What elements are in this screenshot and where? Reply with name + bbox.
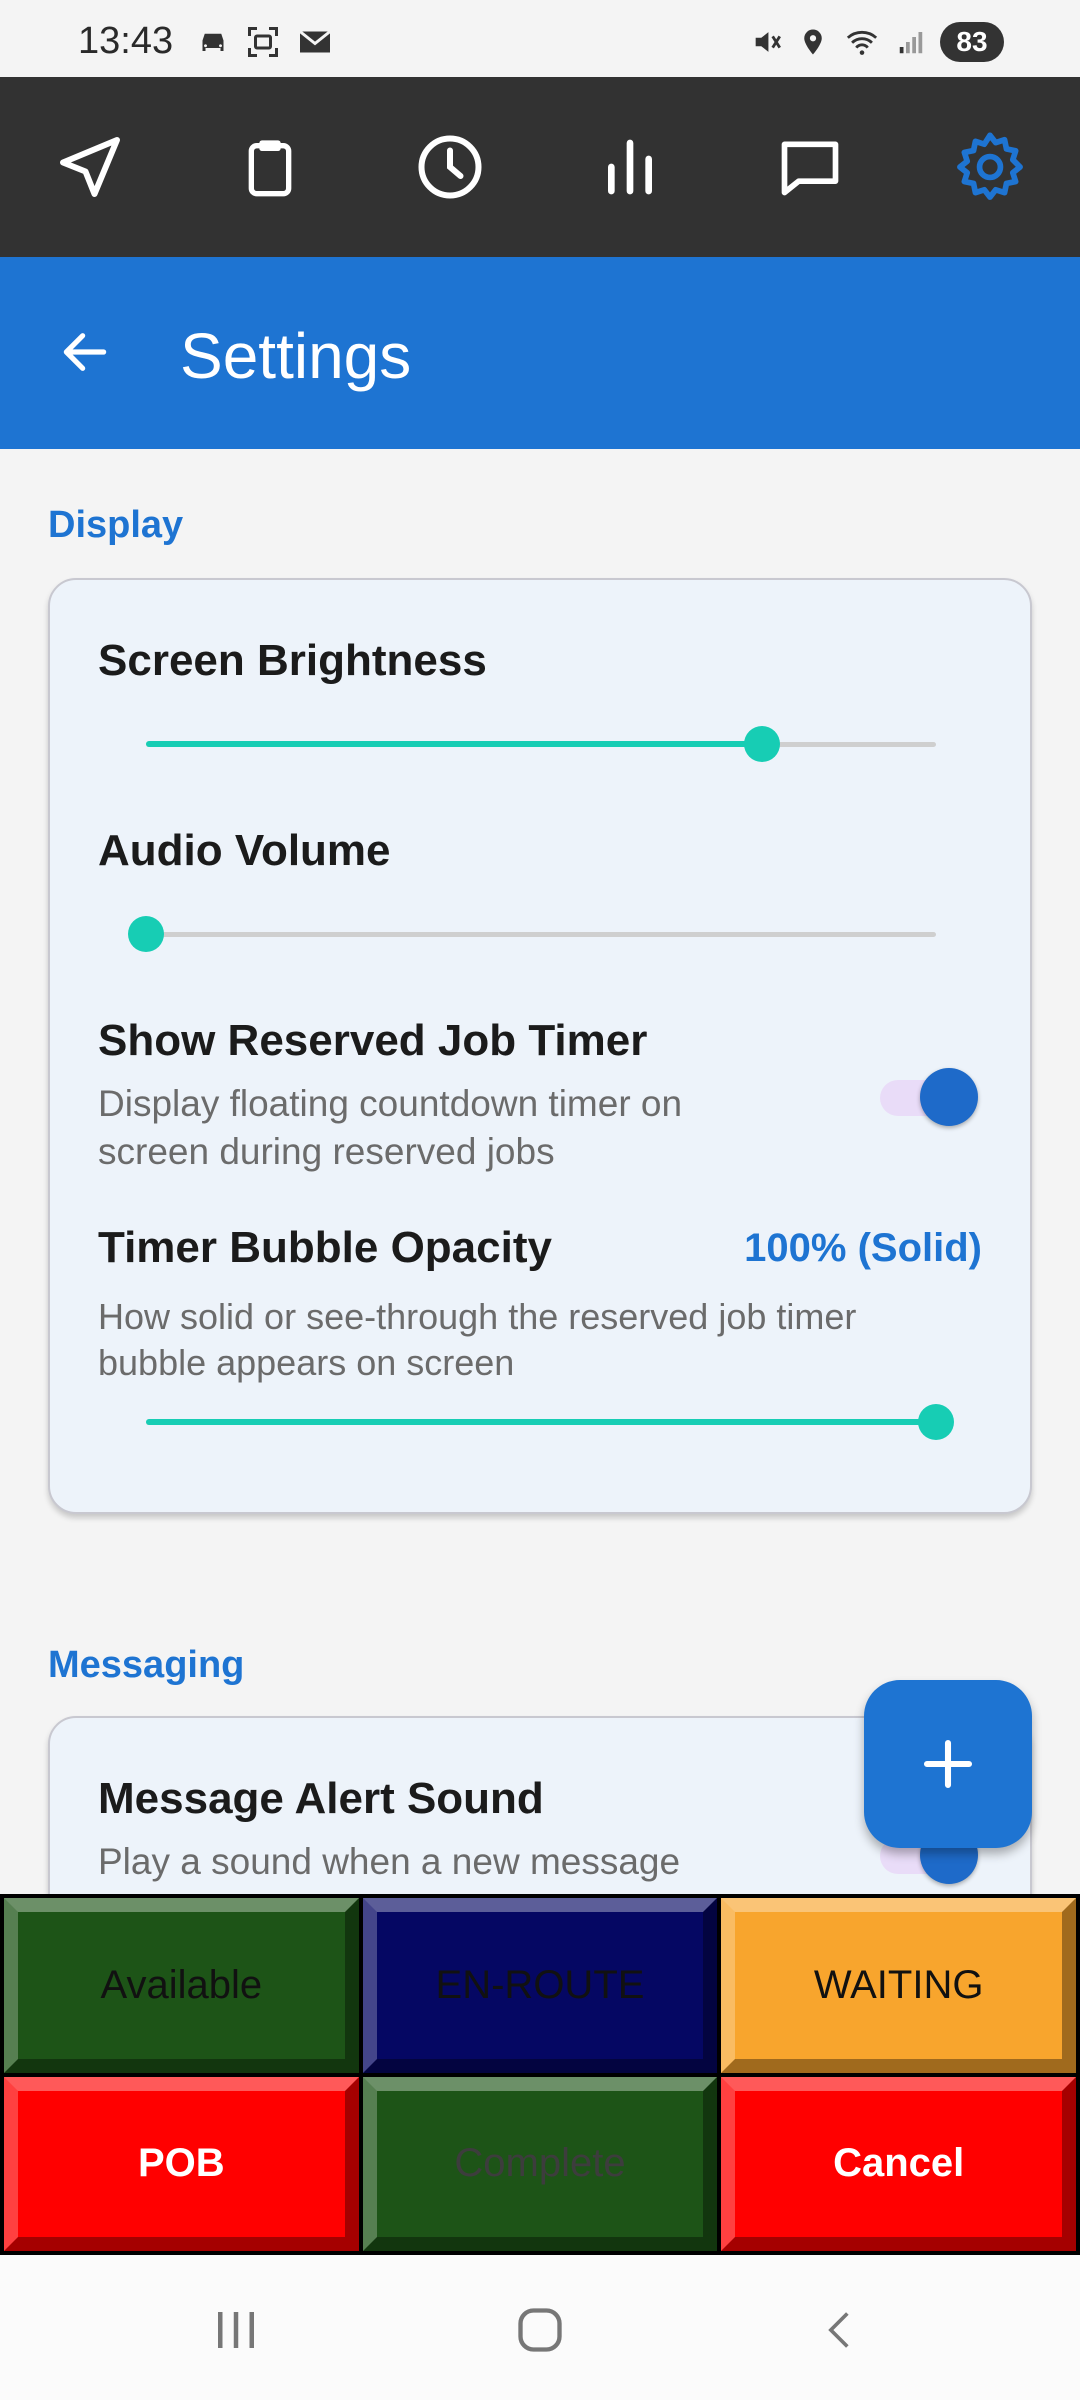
screen-brightness-label: Screen Brightness [98,636,487,685]
timer-opacity-value: 100% (Solid) [744,1226,982,1270]
audio-volume-slider[interactable] [128,914,936,954]
location-icon [804,29,822,55]
notification-icons [195,24,335,60]
back-button[interactable] [40,307,130,397]
plus-icon [923,1739,973,1789]
nav-stats-button[interactable] [570,107,690,227]
slider-thumb[interactable] [744,726,781,762]
wifi-icon [846,30,878,55]
waiting-button[interactable]: WAITING [721,1898,1076,2073]
description-line: How solid or see-through the reserved jo… [98,1296,857,1337]
available-button[interactable]: Available [4,1898,359,2073]
nav-history-button[interactable] [390,107,510,227]
status-bar: 13:43 83 [0,0,1080,77]
description-line: Display floating countdown timer on [98,1083,683,1124]
screenshot-icon [248,27,278,57]
pob-button[interactable]: POB [4,2076,359,2251]
timer-opacity-slider[interactable] [146,1402,954,1442]
slider-thumb[interactable] [918,1404,954,1440]
mute-icon [755,32,781,52]
system-navigation-bar [0,2255,1080,2400]
gear-icon [957,132,1023,200]
signal-icon [899,32,923,54]
description-line: screen during reserved jobs [98,1131,555,1172]
battery-indicator: 83 [940,22,1004,62]
system-icons: 83 [750,22,1004,62]
message-alert-sound-description: Play a sound when a new message [98,1841,681,1882]
timer-opacity-description: How solid or see-through the reserved jo… [98,1294,856,1386]
slider-thumb[interactable] [128,916,164,952]
cancel-button[interactable]: Cancel [721,2076,1076,2251]
display-settings-card: Screen Brightness Audio Volume Show Rese… [48,578,1032,1514]
mail-icon [299,30,331,53]
message-alert-sound-label: Message Alert Sound [98,1774,544,1823]
job-status-panel: Available EN-ROUTE WAITING POB Complete … [0,1894,1080,2255]
timer-opacity-label: Timer Bubble Opacity [98,1223,552,1272]
display-section-title: Display [48,504,184,546]
complete-button[interactable]: Complete [362,2076,718,2251]
clock-icon [418,135,482,199]
page-title: Settings [180,320,412,392]
home-icon [518,2308,562,2352]
chat-icon [781,141,839,196]
recent-apps-icon [218,2312,254,2348]
reserved-job-timer-description: Display floating countdown timer on scre… [98,1080,682,1176]
nav-messages-button[interactable] [750,107,870,227]
nav-settings-button[interactable] [930,107,1050,227]
arrow-left-icon [63,333,107,371]
screen-brightness-slider[interactable] [146,724,936,764]
reserved-job-timer-label: Show Reserved Job Timer [98,1016,648,1065]
add-fab-button[interactable] [864,1680,1032,1848]
recent-apps-button[interactable] [186,2295,286,2365]
nav-navigate-button[interactable] [30,107,150,227]
en-route-button[interactable]: EN-ROUTE [362,1898,718,2073]
car-icon [202,33,224,51]
nav-jobs-button[interactable] [210,107,330,227]
chevron-left-icon [828,2312,849,2348]
reserved-job-timer-toggle[interactable] [880,1064,978,1128]
description-line: bubble appears on screen [98,1342,515,1383]
audio-volume-label: Audio Volume [98,826,391,875]
home-button[interactable] [490,2295,590,2365]
status-time: 13:43 [78,20,174,62]
top-navigation [0,77,1080,257]
app-bar: Settings [0,257,1080,449]
bar-chart-icon [608,139,652,195]
clipboard-icon [248,140,292,197]
system-back-button[interactable] [790,2295,890,2365]
messaging-section-title: Messaging [48,1644,245,1686]
navigate-icon [60,137,120,197]
